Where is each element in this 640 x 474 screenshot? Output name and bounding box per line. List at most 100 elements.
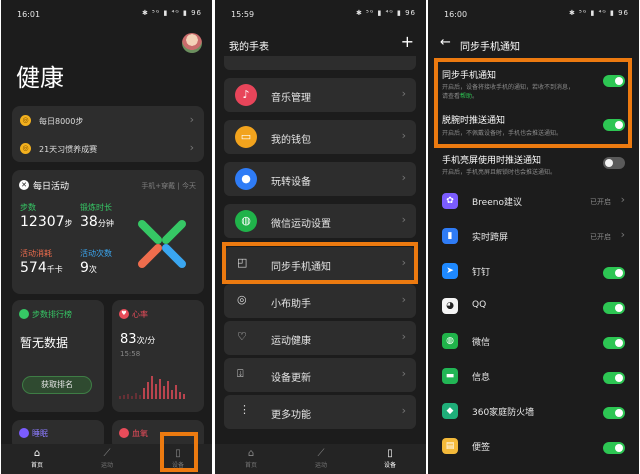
app-notification-toggle[interactable]	[603, 407, 625, 419]
status-bar: 16:00 ✱ ⁵ᴳ ▮ ⁴ᴳ ▮ 96	[428, 0, 639, 26]
app-name: 实时跨屏	[472, 233, 509, 243]
app-notification-toggle[interactable]	[603, 372, 625, 384]
data-source: 手机+穿戴 | 今天	[141, 182, 196, 190]
ranking-title: 步数排行榜	[32, 310, 72, 319]
heart-rate-card[interactable]: ♥ 心率 83次/分 15:58	[112, 300, 204, 412]
menu-item-health[interactable]: ♡ 运动健康 ›	[224, 321, 416, 355]
app-icon: ◆	[442, 403, 458, 419]
moon-icon	[19, 428, 29, 438]
menu-item-wechat-sport[interactable]: ◍ 微信运动设置 ›	[224, 204, 416, 238]
status-time: 16:00	[444, 10, 468, 19]
nav-sport[interactable]: ⟋ 运动	[301, 448, 341, 469]
nav-device[interactable]: ▯ 设备	[370, 448, 410, 469]
app-notification-toggle[interactable]	[603, 267, 625, 279]
chevron-right-icon: ›	[620, 193, 625, 206]
menu-label: 设备更新	[271, 373, 311, 384]
heart-rate-unit: 次/分	[136, 336, 156, 345]
app-row[interactable]: ▬ 信息	[428, 361, 639, 396]
app-name: Breeno建议	[472, 198, 522, 208]
bottom-nav: ⌂ 首页 ⟋ 运动 ▯ 设备	[215, 444, 426, 474]
menu-item-update[interactable]: ⍗ 设备更新 ›	[224, 358, 416, 392]
activity-rings-icon	[138, 220, 186, 268]
task-label: 21天习惯养成赛	[39, 145, 98, 154]
app-name: QQ	[472, 300, 487, 310]
daily-activity-title: 每日活动	[33, 182, 70, 192]
app-notification-toggle[interactable]	[603, 302, 625, 314]
app-name: 微信	[472, 338, 491, 348]
setting-screen-on: 手机亮屏使用时推送通知 开启后，手机亮屏且解锁时也会推送通知。	[428, 148, 639, 184]
steps-value: 12307步	[20, 214, 73, 230]
sync-notifications-screen: 16:00 ✱ ⁵ᴳ ▮ ⁴ᴳ ▮ 96 ← 同步手机通知 同步手机通知 开启后…	[428, 0, 639, 474]
chevron-right-icon: ›	[620, 228, 625, 241]
medal-icon: ◎	[20, 143, 31, 154]
app-name: 360家庭防火墙	[472, 408, 535, 418]
bulb-icon: ●	[235, 168, 257, 190]
add-button[interactable]: +	[401, 32, 414, 51]
steps-unit: 步	[64, 219, 73, 228]
screen-on-toggle[interactable]	[603, 157, 625, 169]
wallet-icon: ▭	[235, 126, 257, 148]
menu-row-partial[interactable]	[224, 56, 416, 70]
app-row[interactable]: ◕ QQ	[428, 291, 639, 326]
menu-item-breeno[interactable]: ◎ 小布助手 ›	[224, 284, 416, 318]
menu-item-more[interactable]: ⋮ 更多功能 ›	[224, 395, 416, 429]
calorie-number: 574	[20, 260, 47, 276]
app-row[interactable]: ◍ 微信	[428, 326, 639, 361]
get-ranking-button[interactable]: 获取排名	[22, 376, 92, 394]
avatar[interactable]	[182, 33, 202, 53]
nav-label: 首页	[244, 462, 257, 469]
menu-item-explore[interactable]: ● 玩转设备 ›	[224, 162, 416, 196]
shoe-icon: ⟋	[317, 448, 325, 459]
task-item-steps[interactable]: ◎ 每日8000步 ›	[12, 110, 204, 132]
activity-icon: ✕	[19, 180, 29, 190]
heart-icon: ♥	[119, 309, 129, 319]
nav-sport[interactable]: ⟋ 运动	[87, 448, 127, 469]
active-count-label: 活动次数	[80, 249, 112, 258]
health-screen: 16:01 ✱ ⁵ᴳ ▮ ⁴ᴳ ▮ 96 健康 ◎ 每日8000步 › ◎ 21…	[1, 0, 212, 474]
app-notification-toggle[interactable]	[603, 337, 625, 349]
nav-home[interactable]: ⌂ 首页	[231, 448, 271, 469]
chevron-right-icon: ›	[401, 129, 406, 142]
app-notification-toggle[interactable]	[603, 442, 625, 454]
nav-label: 运动	[314, 462, 327, 469]
watch-icon: ▯	[387, 448, 393, 459]
status-time: 15:59	[231, 10, 255, 19]
home-icon: ⌂	[247, 448, 255, 459]
app-icon: ◍	[442, 333, 458, 349]
task-label: 每日8000步	[39, 117, 84, 126]
exercise-number: 38	[80, 214, 98, 230]
app-name: 信息	[472, 373, 491, 383]
app-icon: ➤	[442, 263, 458, 279]
step-ranking-card[interactable]: 步数排行榜 暂无数据 获取排名	[12, 300, 104, 412]
heart-rate-title: 心率	[132, 310, 148, 319]
page-title: 同步手机通知	[460, 42, 520, 53]
ranking-empty-text: 暂无数据	[20, 336, 69, 350]
heart-rate-sparkline	[119, 376, 185, 399]
status-icons: ✱ ⁵ᴳ ▮ ⁴ᴳ ▮ 96	[141, 9, 202, 17]
status-icons: ✱ ⁵ᴳ ▮ ⁴ᴳ ▮ 96	[568, 9, 629, 17]
menu-item-music[interactable]: ♪ 音乐管理 ›	[224, 78, 416, 112]
menu-item-wallet[interactable]: ▭ 我的钱包 ›	[224, 120, 416, 154]
chevron-right-icon: ›	[401, 87, 406, 100]
highlight-box	[434, 58, 632, 148]
back-arrow-icon[interactable]: ←	[440, 35, 451, 50]
menu-label: 更多功能	[271, 410, 311, 421]
nav-home[interactable]: ⌂ 首页	[17, 448, 57, 469]
app-row[interactable]: ▮ 实时跨屏 已开启 ›	[428, 221, 639, 256]
app-row[interactable]: ✿ Breeno建议 已开启 ›	[428, 186, 639, 221]
exercise-label: 锻炼时长	[80, 203, 112, 212]
setting-title: 手机亮屏使用时推送通知	[442, 156, 542, 166]
chevron-right-icon: ›	[401, 293, 406, 306]
app-row[interactable]: ◆ 360家庭防火墙	[428, 396, 639, 431]
heart-outline-icon: ♡	[237, 330, 247, 343]
highlight-box	[160, 432, 198, 472]
menu-label: 音乐管理	[271, 93, 311, 104]
task-item-challenge[interactable]: ◎ 21天习惯养成赛 ›	[12, 138, 204, 160]
exercise-unit: 分钟	[97, 219, 114, 228]
calorie-value: 574千卡	[20, 260, 63, 276]
daily-activity-card[interactable]: ✕ 每日活动 手机+穿戴 | 今天 步数 12307步 锻炼时长 38分钟 活动…	[12, 170, 204, 294]
wechat-icon: ◍	[235, 210, 257, 232]
menu-label: 运动健康	[271, 336, 311, 347]
app-row[interactable]: ▤ 便签	[428, 431, 639, 466]
app-row[interactable]: ➤ 钉钉	[428, 256, 639, 291]
